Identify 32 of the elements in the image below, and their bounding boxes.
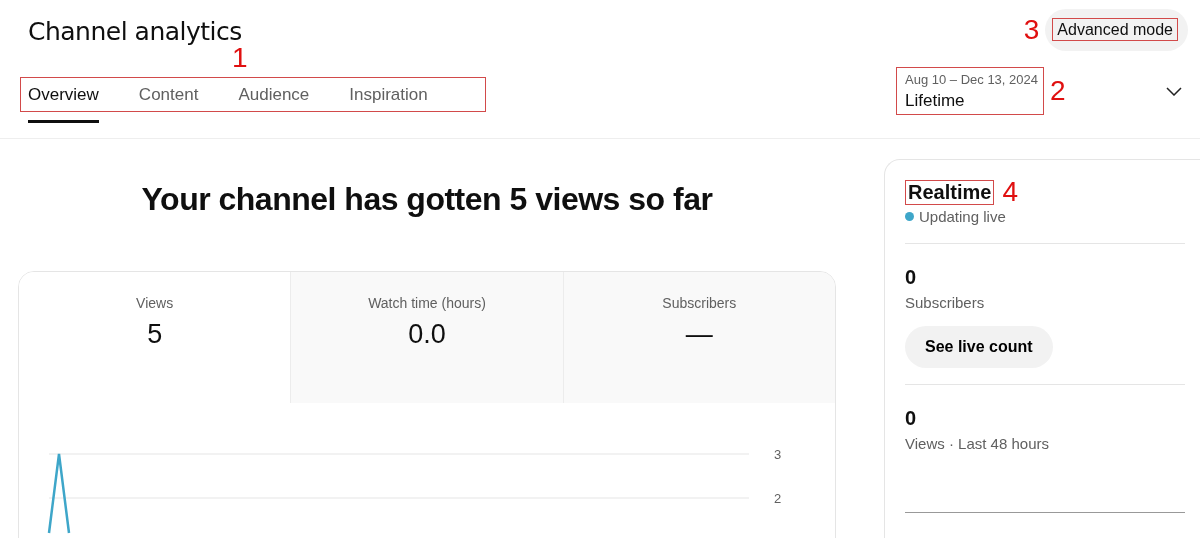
metric-label: Subscribers: [662, 295, 737, 311]
metric-tab[interactable]: Subscribers —: [562, 272, 835, 403]
stat-label: Subscribers: [905, 294, 985, 311]
metric-value: 5: [147, 319, 163, 350]
status-dot: [905, 212, 914, 221]
advanced-mode-button[interactable]: Advanced mode: [1045, 9, 1188, 51]
y-tick-label: 2: [774, 491, 782, 506]
chevron-down-icon[interactable]: [1166, 86, 1182, 96]
tab[interactable]: Audience: [238, 78, 310, 123]
metric-label: Views: [136, 295, 174, 311]
metric-tab[interactable]: Watch time (hours) 0.0: [290, 272, 563, 403]
y-tick-label: 3: [774, 447, 782, 462]
stat-value: 0: [905, 266, 917, 289]
date-range: Aug 10 – Dec 13, 2024: [905, 72, 1038, 87]
page-title: Channel analytics: [28, 17, 243, 46]
see-live-count-button[interactable]: See live count: [905, 326, 1053, 368]
stat-value: 0: [905, 407, 917, 430]
period-label: Lifetime: [905, 91, 966, 111]
realtime-title: Realtime: [905, 179, 995, 205]
callout-number: 2: [1050, 77, 1066, 105]
callout-number: 1: [232, 44, 248, 72]
tab[interactable]: Content: [138, 78, 199, 123]
metric-value: —: [685, 319, 713, 350]
tab[interactable]: Overview: [28, 78, 99, 123]
metric-value: 0.0: [408, 319, 446, 350]
status-text: Updating live: [919, 208, 1006, 225]
callout-number: 3: [1023, 16, 1040, 44]
callout-number: 4: [1002, 178, 1018, 206]
stat-label: Views · Last 48 hours: [905, 435, 1049, 452]
tab[interactable]: Inspiration: [349, 78, 428, 123]
headline: Your channel has gotten 5 views so far: [140, 181, 714, 219]
metric-label: Watch time (hours): [368, 295, 486, 311]
